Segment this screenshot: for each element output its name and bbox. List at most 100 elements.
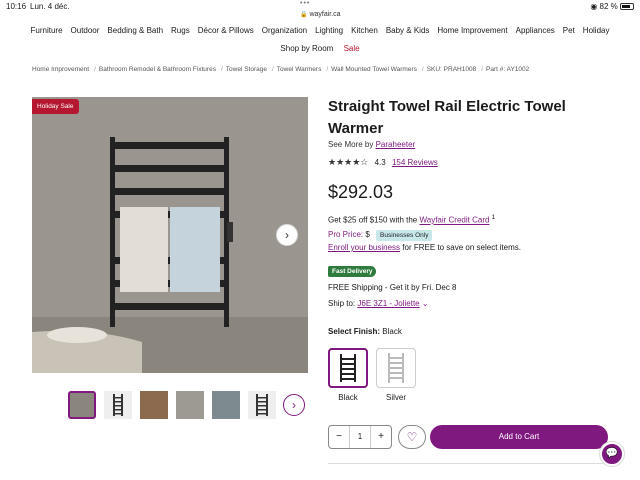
battery-fill	[622, 5, 630, 9]
favorite-button[interactable]: ♡	[398, 425, 426, 449]
nav-row: Furniture Outdoor Bedding & Bath Rugs Décor …	[0, 22, 640, 40]
see-more-brand: See More by Paraheeter	[328, 140, 415, 149]
lock-icon: 🔒	[300, 12, 308, 18]
black-rack-icon	[340, 354, 356, 382]
chevron-right-icon: ›	[292, 398, 296, 412]
fast-delivery-badge: Fast Delivery	[328, 266, 377, 277]
finish-label-silver: Silver	[385, 393, 406, 402]
brand-link[interactable]: Paraheeter	[376, 140, 416, 149]
quantity-increase-button[interactable]: +	[371, 426, 391, 448]
credit-footnote: 1	[491, 214, 496, 221]
chevron-down-icon[interactable]: ⌄	[422, 299, 429, 308]
breadcrumb-separator: /	[481, 66, 483, 73]
wifi-icon: ◉	[590, 2, 598, 11]
breadcrumb: Home Improvement / Bathroom Remodel & Bath…	[32, 66, 531, 73]
nav-shop-by-room[interactable]: Shop by Room	[280, 44, 333, 53]
businesses-only-badge: Businesses Only	[376, 230, 433, 241]
nav-item-appliances[interactable]: Appliances	[516, 26, 555, 35]
finish-swatch-silver[interactable]	[376, 348, 416, 388]
product-main-image[interactable]: Holiday Sale ›	[32, 97, 308, 373]
breadcrumb-item[interactable]: Towel Storage	[226, 66, 267, 73]
clock: 10:16	[6, 2, 27, 11]
select-finish-value: Black	[382, 327, 402, 336]
thumbnail-6[interactable]	[248, 391, 276, 419]
breadcrumb-separator: /	[326, 66, 329, 73]
divider	[328, 463, 608, 464]
thumbnails-next-button[interactable]: ›	[283, 394, 305, 416]
towel-warmer-illustration	[32, 97, 308, 373]
breadcrumb-separator: /	[94, 66, 96, 73]
reviews-link[interactable]: 154 Reviews	[392, 158, 438, 167]
chat-button[interactable]: 💬	[600, 442, 624, 466]
main-nav: Furniture Outdoor Bedding & Bath Rugs Décor …	[0, 22, 640, 58]
date: Lun. 4 déc.	[30, 2, 70, 11]
quantity-decrease-button[interactable]: −	[329, 426, 349, 448]
ship-to-row: Ship to: J6E 3Z1 - Joliette ⌄	[328, 299, 429, 308]
breadcrumb-separator: /	[220, 66, 223, 73]
breadcrumb-separator: /	[421, 66, 424, 73]
breadcrumb-item: SKU: PRAH1008	[426, 66, 477, 73]
nav-item-furniture[interactable]: Furniture	[31, 26, 63, 35]
nav-item-home-improvement[interactable]: Home Improvement	[437, 26, 507, 35]
finish-label-black: Black	[338, 393, 358, 402]
breadcrumb-item: Part #: AY1002	[486, 66, 530, 73]
nav-item-baby-kids[interactable]: Baby & Kids	[386, 26, 430, 35]
rating-value: 4.3	[374, 158, 386, 167]
breadcrumb-item[interactable]: Towel Warmers	[277, 66, 322, 73]
ship-to-postal-link[interactable]: J6E 3Z1 - Joliette	[357, 299, 419, 308]
heart-icon: ♡	[406, 430, 418, 444]
select-finish-label: Select Finish:	[328, 327, 381, 336]
thumbnail-1[interactable]	[68, 391, 96, 419]
credit-offer: Get $25 off $150 with the Wayfair Credit…	[328, 214, 495, 225]
status-right: ◉ 82 %	[590, 2, 634, 11]
star-rating-icon: ★★★★☆	[328, 157, 369, 167]
battery-icon	[620, 3, 634, 11]
product-price: $292.03	[328, 182, 394, 202]
battery-label: 82 %	[599, 2, 618, 11]
nav-item-organization[interactable]: Organization	[262, 26, 307, 35]
enroll-text: for FREE to save on select items.	[402, 243, 521, 252]
nav-item-pet[interactable]: Pet	[563, 26, 575, 35]
nav-row-2: Shop by Room Sale	[0, 40, 640, 58]
pro-price-value: $	[365, 230, 370, 239]
credit-text: Get $25 off $150 with the	[328, 215, 418, 225]
nav-item-lighting[interactable]: Lighting	[315, 26, 343, 35]
thumbnail-4[interactable]	[176, 391, 204, 419]
thumbnail-3[interactable]	[140, 391, 168, 419]
url-text: wayfair.ca	[309, 11, 341, 18]
quantity-value[interactable]: 1	[349, 426, 371, 448]
url-bar[interactable]: 🔒 wayfair.ca	[300, 11, 341, 18]
breadcrumb-separator: /	[271, 66, 274, 73]
add-to-cart-button[interactable]: Add to Cart	[430, 425, 608, 449]
enroll-business-link[interactable]: Enroll your business	[328, 243, 400, 252]
nav-item-d-cor-pillows[interactable]: Décor & Pillows	[198, 26, 254, 35]
see-more-label: See More by	[328, 140, 374, 149]
nav-sale[interactable]: Sale	[344, 44, 360, 53]
silver-rack-icon	[388, 353, 404, 383]
enroll-row: Enroll your business for FREE to save on…	[328, 243, 521, 252]
pro-price-label: Pro Price:	[328, 230, 364, 239]
nav-item-rugs[interactable]: Rugs	[171, 26, 190, 35]
pro-price-row: Pro Price: $ Businesses Only	[328, 230, 433, 241]
finish-swatch-black[interactable]	[328, 348, 368, 388]
gallery-next-button[interactable]: ›	[276, 224, 298, 246]
breadcrumb-item[interactable]: Bathroom Remodel & Bathroom Fixtures	[99, 66, 216, 73]
nav-item-kitchen[interactable]: Kitchen	[351, 26, 378, 35]
quantity-stepper: − 1 +	[328, 425, 392, 449]
breadcrumb-item[interactable]: Wall Mounted Towel Warmers	[331, 66, 417, 73]
holiday-sale-badge: Holiday Sale	[32, 99, 79, 114]
tab-dots[interactable]: •••	[300, 0, 310, 7]
ship-to-label: Ship to:	[328, 299, 356, 308]
nav-item-holiday[interactable]: Holiday	[583, 26, 610, 35]
nav-item-outdoor[interactable]: Outdoor	[71, 26, 100, 35]
status-bar: 10:16 Lun. 4 déc. ••• 🔒 wayfair.ca ◉ 82 …	[0, 0, 640, 22]
thumbnail-rack-image-2	[256, 394, 268, 416]
thumbnail-2[interactable]	[104, 391, 132, 419]
credit-card-link[interactable]: Wayfair Credit Card	[419, 216, 489, 225]
breadcrumb-item[interactable]: Home Improvement	[32, 66, 89, 73]
chevron-right-icon: ›	[285, 228, 289, 242]
nav-item-bedding-bath[interactable]: Bedding & Bath	[107, 26, 163, 35]
thumbnail-5[interactable]	[212, 391, 240, 419]
chat-icon: 💬	[605, 448, 619, 459]
thumbnail-rack-image	[113, 394, 123, 416]
